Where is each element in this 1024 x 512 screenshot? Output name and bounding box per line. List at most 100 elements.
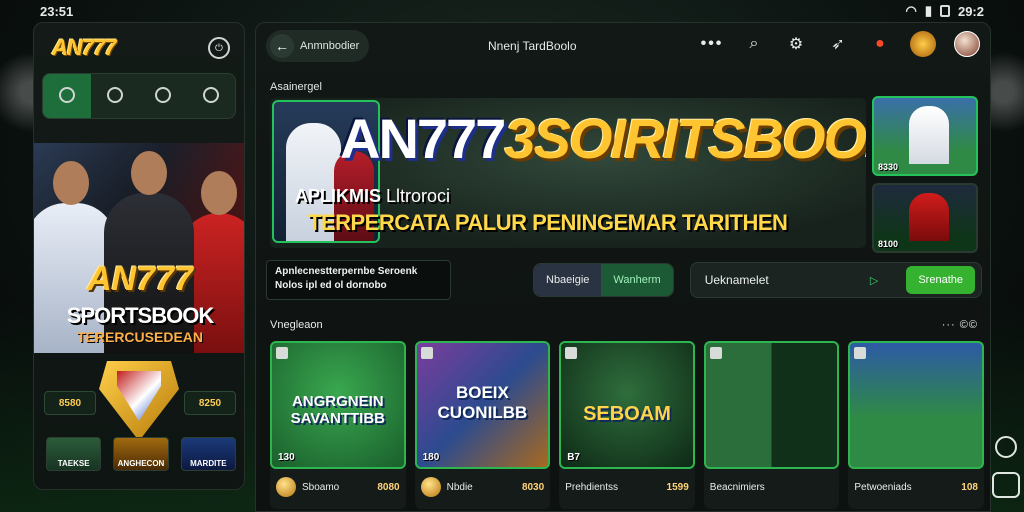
card-name: Petwoeniads (854, 481, 912, 493)
phone-nav-live[interactable] (91, 74, 139, 118)
promo-banner[interactable]: AN7773SOIRITSBOOK APLIKMIS Lltroroci TER… (270, 98, 866, 248)
phone-brand-logo: AN777 (87, 260, 193, 298)
card-value: 8030 (521, 481, 545, 493)
card-number: B7 (567, 452, 580, 463)
right-value: 8250 (184, 391, 236, 415)
card-image (703, 341, 840, 469)
search-icon[interactable]: ⌕ (742, 32, 766, 56)
info-row: Apnlecnestterpernbe Seroenk Nolos ipl ed… (266, 260, 982, 300)
player-figure (909, 106, 949, 164)
tag-icon (854, 347, 867, 359)
game-card[interactable]: BOEIX CUONILBB 180 Nbdie 8030 (414, 341, 551, 509)
tag-icon (565, 347, 578, 359)
more-icon[interactable]: ••• (700, 32, 724, 56)
back-arrow-icon[interactable]: ← (270, 34, 294, 58)
page-title: Nnenj TardBoolo (488, 39, 577, 53)
section-label: Asainergel (270, 81, 322, 93)
chat-icon[interactable] (995, 436, 1017, 458)
card-number: 130 (278, 452, 295, 463)
phone-nav (42, 73, 236, 119)
banner-title-white: AN777 (340, 107, 506, 170)
submit-button[interactable]: Srenathe (906, 266, 975, 294)
top-bar: ← Anmnbodier Nnenj TardBoolo ••• ⌕ ⚙ ➶ ● (256, 23, 990, 69)
info-box: Apnlecnestterpernbe Seroenk Nolos ipl ed… (266, 260, 451, 300)
card-name: Sboamo (302, 481, 340, 493)
left-value: 8580 (44, 391, 96, 415)
status-time-left: 23:51 (40, 3, 74, 19)
phone-brand-subtitle: SPORTSBOOK (66, 303, 214, 328)
card-image (848, 341, 984, 469)
play-icon: ▷ (869, 274, 879, 287)
info-line: Apnlecnestterpernbe Seroenk (275, 266, 418, 277)
tag-icon (276, 347, 288, 359)
notification-icon[interactable]: ● (868, 32, 892, 56)
action-field[interactable]: Ueknamelet ▷ Srenathe (689, 262, 982, 298)
card-number: 180 (422, 452, 440, 463)
phone-thumbnails: TAEKSE ANGHECON MARDITE (46, 437, 236, 471)
grid-more[interactable]: ··· ©© (942, 319, 978, 331)
shield-area: 8580 8250 (44, 356, 236, 444)
card-title: ANGRGNEIN SAVANTTIBB (290, 393, 386, 427)
toggle-option[interactable]: Nbaeigie (534, 264, 602, 296)
game-card[interactable]: Petwoeniads 108 (848, 341, 984, 509)
trophy-icon (155, 86, 171, 103)
info-line: Nolos ipl ed ol dornobo (275, 280, 387, 291)
phone-nav-search[interactable] (187, 74, 235, 118)
wifi-icon: ◠ (905, 3, 917, 18)
avatar[interactable] (954, 31, 980, 57)
side-card-label: 8100 (878, 239, 899, 249)
grid-header: Vnegleaon ··· ©© (270, 319, 978, 331)
main-panel: ← Anmnbodier Nnenj TardBoolo ••• ⌕ ⚙ ➶ ●… (255, 22, 991, 512)
phone-preview: AN777 ⏻ AN777 SPORTSBOOK TERERCUSEDEAN 8… (33, 22, 245, 490)
card-value: 1599 (666, 481, 689, 493)
power-icon[interactable]: ⏻ (208, 37, 230, 59)
banner-subtitle-light: Lltroroci (386, 186, 451, 206)
card-image: BOEIX CUONILBB 180 (414, 341, 551, 469)
gear-icon (107, 86, 123, 103)
top-icons: ••• ⌕ ⚙ ➶ ● (700, 31, 980, 57)
coin-icon (420, 477, 441, 497)
card-value: 8080 (377, 481, 400, 493)
banner-title: AN7773SOIRITSBOOK (340, 106, 866, 171)
search-icon (203, 86, 219, 103)
phone-brand-tagline: TERERCUSEDEAN (76, 329, 203, 345)
tag-icon (709, 347, 722, 359)
banner-subtitle-bold: APLIKMIS (295, 186, 382, 206)
thumbnail[interactable]: TAEKSE (46, 437, 102, 471)
thumbnail[interactable]: MARDITE (180, 437, 236, 471)
rank-badge-icon[interactable] (910, 31, 936, 57)
card-value: 108 (961, 481, 978, 493)
right-toolbar (992, 436, 1020, 498)
back-pill[interactable]: ← Anmnbodier (266, 30, 370, 62)
game-card[interactable]: Beacnimiers (703, 341, 840, 509)
status-bar: 23:51 ◠ ▮ 29:2 (0, 0, 1024, 22)
gear-icon[interactable]: ⚙ (784, 32, 808, 56)
toggle-option-active[interactable]: Wanherm (601, 264, 673, 296)
thumbnail[interactable]: ANGHECON (113, 437, 169, 471)
phone-nav-sports[interactable] (139, 74, 187, 118)
card-title: SEBOAM (583, 403, 671, 425)
side-promo-card[interactable]: 8330 (872, 96, 978, 176)
banner-tagline: TERPERCATA PALUR PENINGEMAR TARITHEN (308, 210, 788, 235)
phone-logo: AN777 (52, 35, 116, 60)
rocket-icon[interactable]: ➶ (826, 32, 850, 56)
status-time-right: 29:2 (957, 3, 984, 19)
card-title: BOEIX CUONILBB (437, 383, 528, 422)
soccer-ball-icon (59, 86, 75, 103)
game-cards: ANGRGNEIN SAVANTTIBB 130 Sboamo 8080 BOE… (270, 341, 984, 509)
card-name: Prehdientss (565, 481, 618, 493)
banner-subtitle: APLIKMIS Lltroroci (295, 186, 450, 207)
banner-title-gold: 3SOIRITSBOOK (504, 107, 866, 170)
card-image: ANGRGNEIN SAVANTTIBB 130 (270, 341, 406, 469)
clipboard-icon[interactable] (992, 472, 1020, 498)
card-image: SEBOAM B7 (559, 341, 695, 469)
phone-nav-home[interactable] (43, 74, 91, 118)
side-promo-card[interactable]: 8100 (872, 183, 978, 253)
player-figure (909, 193, 949, 241)
game-card[interactable]: SEBOAM B7 Prehdientss 1599 (559, 341, 695, 509)
toggle-group: Nbaeigie Wanherm (533, 263, 674, 297)
grid-label: Vnegleaon (270, 319, 323, 331)
back-label: Anmnbodier (300, 40, 360, 52)
game-card[interactable]: ANGRGNEIN SAVANTTIBB 130 Sboamo 8080 (270, 341, 406, 509)
battery-icon (939, 5, 950, 17)
